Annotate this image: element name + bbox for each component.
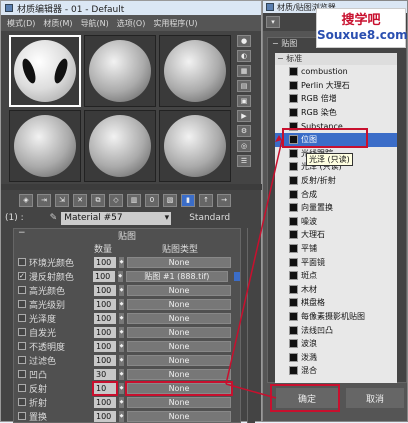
annotation-arrows xyxy=(225,135,283,399)
arrowhead xyxy=(275,135,282,142)
arrow-to-ok xyxy=(225,383,277,399)
arrow-to-bitmap xyxy=(225,139,283,385)
